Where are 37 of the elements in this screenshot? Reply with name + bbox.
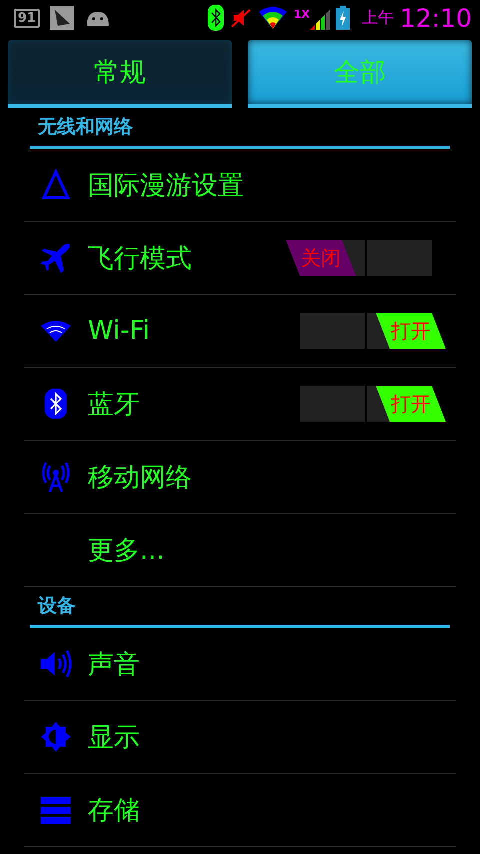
bluetooth-icon — [45, 389, 67, 419]
tab[interactable]: 常规 — [8, 40, 232, 108]
settings-item[interactable]: 移动网络 — [24, 441, 456, 514]
settings-item[interactable]: 存储 — [24, 774, 456, 847]
am-pm-label: 上午 — [362, 8, 394, 28]
brightness-icon — [40, 721, 72, 753]
setting-label: Wi-Fi — [88, 316, 152, 346]
charging-battery-icon — [336, 6, 350, 30]
settings-item[interactable]: 飞行模式 关闭 — [24, 222, 456, 295]
triangle-icon — [41, 169, 71, 201]
setting-label: 移动网络 — [88, 462, 193, 494]
network-type-label: 1X — [294, 8, 310, 20]
airplane-icon — [40, 242, 72, 274]
section-header: 设备 — [38, 594, 76, 619]
setting-label: 声音 — [88, 648, 141, 682]
wifi-icon — [40, 319, 72, 343]
antenna-icon — [41, 461, 71, 493]
setting-label: 蓝牙 — [88, 388, 141, 422]
setting-label: 显示 — [88, 722, 141, 754]
settings-item[interactable]: 蓝牙 打开 — [24, 368, 456, 441]
clock-time: 12:10 — [400, 4, 472, 32]
setting-label: 飞行模式 — [88, 242, 193, 276]
settings-item[interactable]: 声音 — [24, 628, 456, 701]
storage-icon — [41, 796, 71, 824]
speaker-icon — [39, 648, 73, 680]
settings-item[interactable]: Wi-Fi 打开 — [24, 295, 456, 368]
setting-label: 存储 — [88, 794, 141, 828]
settings-item[interactable]: 显示 — [24, 701, 456, 774]
setting-label: 更多... — [88, 534, 166, 568]
wifi-signal-icon — [258, 6, 288, 30]
muted-speaker-icon — [230, 7, 252, 29]
section-header: 无线和网络 — [38, 115, 133, 140]
settings-item[interactable]: 更多... — [24, 514, 456, 587]
bluetooth-icon — [208, 5, 224, 31]
setting-label: 国际漫游设置 — [88, 170, 245, 202]
battery-level-badge: 91 — [14, 8, 40, 28]
settings-item[interactable]: 国际漫游设置 — [24, 149, 456, 222]
